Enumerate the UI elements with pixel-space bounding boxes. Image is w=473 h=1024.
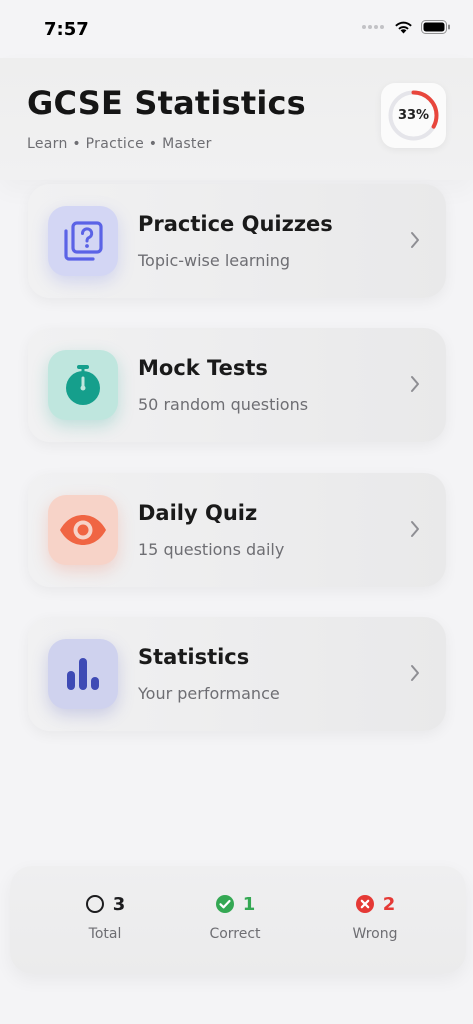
page-title: GCSE Statistics	[27, 84, 306, 122]
chevron-right-icon	[411, 521, 419, 537]
card-subtitle: 50 random questions	[138, 395, 309, 414]
circle-outline-icon	[85, 895, 104, 913]
wrong-label: Wrong	[352, 926, 398, 942]
progress-label: 33%	[397, 108, 430, 123]
practice-quizzes-card[interactable]: Practice Quizzes Topic-wise learning	[28, 184, 446, 298]
mock-tests-card[interactable]: Mock Tests 50 random questions	[28, 328, 446, 442]
card-subtitle: Your performance	[138, 684, 280, 703]
quiz-cards-icon	[48, 206, 118, 276]
wifi-icon	[395, 21, 412, 34]
card-title: Mock Tests	[138, 356, 268, 380]
status-time: 7:57	[44, 19, 89, 40]
chevron-right-icon	[411, 376, 419, 392]
status-bar: 7:57	[0, 0, 473, 56]
progress-badge[interactable]: 33%	[381, 83, 446, 148]
correct-count: 1	[242, 893, 256, 915]
total-label: Total	[88, 926, 122, 942]
status-icons	[362, 20, 451, 34]
daily-quiz-card[interactable]: Daily Quiz 15 questions daily	[28, 473, 446, 587]
check-circle-icon	[215, 895, 234, 913]
battery-icon	[421, 20, 450, 34]
card-title: Practice Quizzes	[138, 212, 333, 236]
total-count: 3	[112, 893, 126, 915]
summary-wrong: 2 Wrong	[315, 892, 435, 943]
statistics-card[interactable]: Statistics Your performance	[28, 617, 446, 731]
eye-icon	[48, 495, 118, 565]
summary-bar: 3 Total 1 Correct 2 Wrong	[10, 866, 466, 974]
bar-chart-icon	[48, 639, 118, 709]
card-subtitle: 15 questions daily	[138, 540, 285, 559]
card-title: Statistics	[138, 645, 250, 669]
signal-icon	[362, 25, 384, 29]
header: GCSE Statistics Learn • Practice • Maste…	[0, 58, 473, 180]
card-subtitle: Topic-wise learning	[138, 251, 291, 270]
page-subtitle: Learn • Practice • Master	[27, 136, 212, 152]
summary-total: 3 Total	[45, 892, 165, 942]
chevron-right-icon	[411, 665, 419, 681]
summary-correct: 1 Correct	[175, 892, 295, 943]
stopwatch-icon	[48, 350, 118, 420]
correct-label: Correct	[209, 926, 261, 942]
chevron-right-icon	[411, 232, 419, 248]
wrong-count: 2	[382, 893, 396, 915]
x-circle-icon	[355, 895, 374, 913]
card-title: Daily Quiz	[138, 501, 258, 525]
